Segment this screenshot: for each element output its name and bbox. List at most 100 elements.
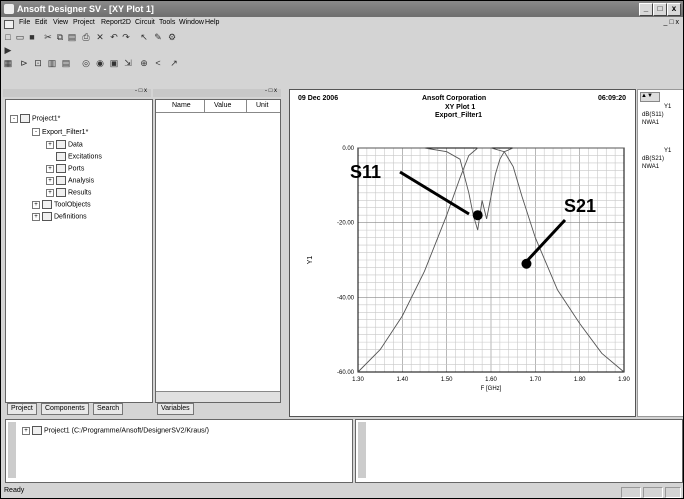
copy-icon[interactable]: ⧉ [55,32,65,42]
progress-grip[interactable] [358,422,366,478]
print-icon[interactable]: ⎙ [81,32,91,42]
port-icon [56,164,66,173]
x-tick-label: 1.80 [574,377,586,383]
tree-item-definitions[interactable]: + Definitions [32,212,87,221]
open-icon[interactable]: ▭ [15,32,25,42]
trace-panel-arrows[interactable]: ▲▼ [640,92,660,102]
analyze-icon[interactable]: ▶ [3,45,13,55]
trace-setup-2: NWA1 [642,164,660,170]
tab-project[interactable]: Project [7,403,37,415]
analysis-icon [56,176,66,185]
menu-circuit[interactable]: Circuit [135,19,155,26]
application-window: Ansoft Designer SV - [XY Plot 1] _ □ x F… [0,0,684,499]
panel-controls[interactable]: - □ x [135,88,147,94]
xy-plot[interactable]: 0.00 -20.00 -40.00 -60.001.30 1.40 1.50 1.60 1.… [290,90,635,416]
status-cell [621,487,641,498]
tree-item-analysis[interactable]: + Analysis [46,176,94,185]
message-grip[interactable] [8,422,16,478]
tab-search[interactable]: Search [93,403,124,415]
smith-icon[interactable]: ◎ [81,58,91,68]
x-tick-label: 1.40 [396,377,408,383]
message-item[interactable]: + Project1 (C:/Programme/Ansoft/DesignerS… [22,426,209,435]
menu-view[interactable]: View [53,19,68,26]
cut-icon[interactable]: ✂ [43,32,53,42]
annotation-s21-marker [521,258,532,269]
x-tick-label: 1.70 [529,377,541,383]
select-icon[interactable]: ↖ [139,32,149,42]
tree-item-project[interactable]: - Project1* [10,114,60,123]
menu-report2d[interactable]: Report2D [101,19,131,26]
menu-window[interactable]: Window [179,19,204,26]
project-icon [20,114,30,123]
report-icon[interactable]: ▦ [3,58,13,68]
back-icon[interactable]: < [153,58,163,68]
panel-controls[interactable]: - □ x [265,88,277,94]
folder-icon [42,212,52,221]
col-value[interactable]: Value [214,102,231,109]
annotation-s21: S21 [564,196,596,216]
tree-item-design[interactable]: - Export_Filter1* [32,128,88,136]
menu-bar: File Edit View Project Report2D Circuit … [1,18,683,30]
trace-label-1: Y1 [664,104,672,110]
wire-icon[interactable]: ✎ [153,32,163,42]
properties-table: Name Value Unit [155,99,281,403]
polar-icon[interactable]: ◉ [95,58,105,68]
h-scrollbar[interactable] [156,391,280,402]
delete-icon[interactable]: ✕ [95,32,105,42]
close-button[interactable]: x [667,3,681,16]
tree-item-ports[interactable]: + Ports [46,164,84,173]
y-tick-label: -40.00 [337,295,355,301]
properties-panel-header: - □ x [153,88,281,97]
folder-icon [42,200,52,209]
maximize-button[interactable]: □ [653,3,667,16]
x-tick-label: 1.90 [618,377,630,383]
x-axis-label: F [GHz] [481,386,502,392]
zoom-icon[interactable]: ⊕ [139,58,149,68]
title-bar[interactable]: Ansoft Designer SV - [XY Plot 1] _ □ x [1,1,683,17]
col-unit[interactable]: Unit [256,102,268,109]
export-icon[interactable]: ⇲ [123,58,133,68]
tree-item-toolobjects[interactable]: + ToolObjects [32,200,91,209]
toolbar-simulate: ▶ [1,44,683,58]
menu-help[interactable]: Help [205,19,219,26]
results-icon [56,188,66,197]
menu-tools[interactable]: Tools [159,19,175,26]
mdi-controls[interactable]: _ □ x [663,19,679,26]
save-icon[interactable]: ■ [27,32,37,42]
marker-icon[interactable]: ⊳ [19,58,29,68]
tree-item-results[interactable]: + Results [46,188,91,197]
component-icon[interactable]: ⚙ [167,32,177,42]
paste-icon[interactable]: ▤ [67,32,77,42]
plot3d-icon[interactable]: ▣ [109,58,119,68]
new-icon[interactable]: □ [3,32,13,42]
x-tick-label: 1.50 [441,377,453,383]
undo-icon[interactable]: ↶ [109,32,119,42]
tab-components[interactable]: Components [41,403,89,415]
fit-icon[interactable]: ⊡ [33,58,43,68]
app-logo-icon [4,4,14,14]
redo-icon[interactable]: ↷ [121,32,131,42]
grid-icon[interactable]: ▥ [47,58,57,68]
status-cell [643,487,663,498]
table-header: Name Value Unit [156,100,280,113]
data-icon [56,140,66,149]
tab-variables[interactable]: Variables [157,403,194,415]
status-bar: Ready [1,485,683,498]
menu-project[interactable]: Project [73,19,95,26]
tree-item-data[interactable]: + Data [46,140,83,149]
minimize-button[interactable]: _ [639,3,653,16]
help-pointer-icon[interactable]: ↗ [169,58,179,68]
tree-item-excitations[interactable]: Excitations [56,152,102,161]
col-name[interactable]: Name [172,102,191,109]
excitation-icon [56,152,66,161]
table-icon[interactable]: ▤ [61,58,71,68]
trace-name-2: dB(S21) [642,156,665,162]
menu-file[interactable]: File [19,19,30,26]
status-cell [665,487,681,498]
project-tree: - Project1* - Export_Filter1* + Data Excita… [5,99,153,403]
menu-edit[interactable]: Edit [35,19,47,26]
y-axis-label: Y1 [307,256,314,265]
x-tick-label: 1.60 [485,377,497,383]
toolbar-report: ▦ ⊳ ⊡ ▥ ▤ ◎ ◉ ▣ ⇲ ⊕ < ↗ [1,57,683,73]
trace-name-1: dB(S11) [642,112,664,118]
